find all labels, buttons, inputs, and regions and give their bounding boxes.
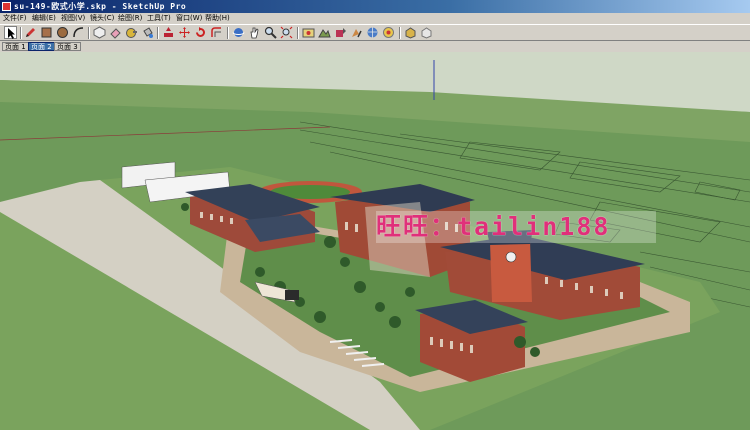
menu-window[interactable]: 窗口(W)	[176, 13, 202, 24]
menu-help[interactable]: 帮助(H)	[205, 13, 230, 24]
menu-tools[interactable]: 工具(T)	[147, 13, 171, 24]
paint-bucket-icon[interactable]	[141, 26, 154, 39]
circle-icon[interactable]	[56, 26, 69, 39]
arc-icon[interactable]	[72, 26, 85, 39]
toggle-terrain-icon[interactable]	[318, 26, 331, 39]
share-model-icon[interactable]	[350, 26, 363, 39]
orbit-icon[interactable]	[232, 26, 245, 39]
menu-bar: 文件(F) 编辑(E) 视图(V) 镜头(C) 绘图(R) 工具(T) 窗口(W…	[0, 13, 750, 24]
scene-tabs: 页面 1 页面 2 页面 3	[0, 41, 750, 52]
zoom-icon[interactable]	[264, 26, 277, 39]
styles-icon[interactable]	[420, 26, 433, 39]
push-pull-icon[interactable]	[162, 26, 175, 39]
title-bar[interactable]: su-149-欧式小学.skp - SketchUp Pro	[0, 0, 750, 13]
component-icon[interactable]	[404, 26, 417, 39]
tab-scene-1[interactable]: 页面 1	[2, 42, 29, 51]
model-viewport[interactable]: 旺旺：tailin188	[0, 52, 750, 430]
pencil-icon[interactable]	[24, 26, 37, 39]
watermark-text: 旺旺：tailin188	[376, 211, 656, 243]
move-icon[interactable]	[178, 26, 191, 39]
menu-camera[interactable]: 镜头(C)	[90, 13, 114, 24]
rotate-icon[interactable]	[194, 26, 207, 39]
share-component-icon[interactable]	[366, 26, 379, 39]
select-icon[interactable]	[4, 26, 17, 39]
add-location-icon[interactable]	[302, 26, 315, 39]
sketchup-window: su-149-欧式小学.skp - SketchUp Pro 文件(F) 编辑(…	[0, 0, 750, 430]
window-title: su-149-欧式小学.skp - SketchUp Pro	[14, 2, 187, 11]
menu-view[interactable]: 视图(V)	[61, 13, 85, 24]
menu-file[interactable]: 文件(F)	[3, 13, 27, 24]
tape-measure-icon[interactable]	[125, 26, 138, 39]
clock-icon	[505, 251, 517, 263]
pan-icon[interactable]	[248, 26, 261, 39]
eraser-icon[interactable]	[109, 26, 122, 39]
main-toolbar	[0, 24, 750, 41]
photo-textures-icon[interactable]	[382, 26, 395, 39]
menu-draw[interactable]: 绘图(R)	[118, 13, 142, 24]
offset-icon[interactable]	[210, 26, 223, 39]
clock-tower	[490, 240, 532, 302]
tab-scene-3[interactable]: 页面 3	[54, 42, 81, 51]
tab-scene-2[interactable]: 页面 2	[28, 42, 55, 51]
rectangle-icon[interactable]	[40, 26, 53, 39]
zoom-extents-icon[interactable]	[280, 26, 293, 39]
make-component-icon[interactable]	[93, 26, 106, 39]
sketchup-icon	[2, 2, 11, 11]
get-models-icon[interactable]	[334, 26, 347, 39]
menu-edit[interactable]: 编辑(E)	[32, 13, 56, 24]
